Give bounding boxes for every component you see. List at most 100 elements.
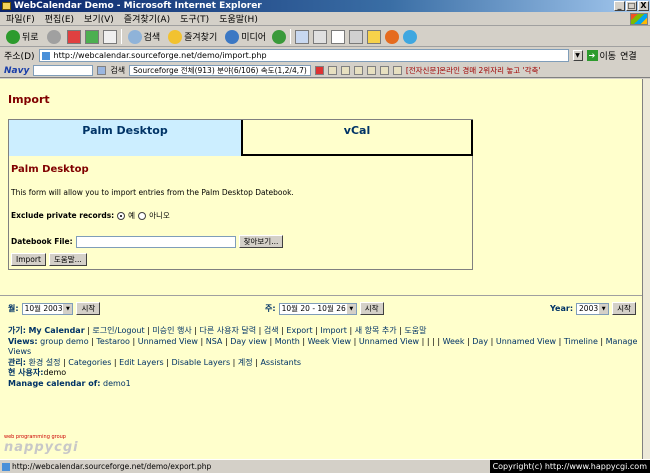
vertical-scrollbar[interactable] bbox=[643, 79, 650, 459]
view-link[interactable]: Unnamed View bbox=[496, 337, 556, 346]
folder-icon[interactable] bbox=[340, 66, 350, 75]
exclude-no-radio[interactable] bbox=[138, 211, 147, 220]
folder-icon[interactable] bbox=[367, 29, 382, 44]
go-arrow-icon: ➔ bbox=[586, 50, 598, 61]
discuss-icon[interactable] bbox=[349, 29, 364, 44]
refresh-icon[interactable] bbox=[84, 29, 99, 44]
view-link[interactable]: Unnamed View bbox=[359, 337, 419, 346]
view-link[interactable]: Unnamed View bbox=[138, 337, 198, 346]
view-link[interactable]: Testaroo bbox=[96, 337, 130, 346]
account-link[interactable]: 계정 bbox=[238, 358, 253, 367]
mail-icon[interactable] bbox=[295, 29, 310, 44]
view-link[interactable]: group demo bbox=[40, 337, 88, 346]
address-dropdown-button[interactable]: ▼ bbox=[572, 50, 583, 61]
toolbar: 뒤로 검색 즐겨찾기 미디어 bbox=[0, 27, 650, 47]
disable-layers-link[interactable]: Disable Layers bbox=[171, 358, 230, 367]
menu-view[interactable]: 보기(V) bbox=[84, 12, 114, 25]
view-link[interactable]: Timeline bbox=[564, 337, 598, 346]
admin-label: 관리: bbox=[8, 357, 26, 367]
menu-edit[interactable]: 편집(E) bbox=[45, 12, 74, 25]
menu-bar: 파일(F) 편집(E) 보기(V) 즐겨찾기(A) 도구(T) 도움말(H) bbox=[0, 12, 650, 26]
menu-favorites[interactable]: 즐겨찾기(A) bbox=[124, 12, 170, 25]
settings-icon[interactable] bbox=[392, 66, 402, 75]
exclude-yes-label: 예 bbox=[128, 211, 136, 220]
window-titlebar: WebCalendar Demo - Microsoft Internet Ex… bbox=[0, 0, 650, 12]
year-select[interactable]: 2003 bbox=[576, 302, 610, 315]
assistants-link[interactable]: Assistants bbox=[260, 358, 301, 367]
edit-icon[interactable] bbox=[331, 29, 346, 44]
status-url: http://webcalendar.sourceforge.net/demo/… bbox=[12, 462, 212, 471]
view-link[interactable]: Month bbox=[275, 337, 300, 346]
datebook-file-input[interactable] bbox=[75, 235, 236, 248]
export-link[interactable]: Export bbox=[286, 326, 312, 335]
address-bar: 주소(D) http://webcalendar.sourceforge.net… bbox=[0, 48, 650, 63]
menu-tools[interactable]: 도구(T) bbox=[180, 12, 209, 25]
page-icon bbox=[41, 52, 50, 60]
login-link[interactable]: 로그인/Logout bbox=[92, 326, 144, 335]
import-link[interactable]: Import bbox=[320, 326, 347, 335]
bookmark-icon[interactable] bbox=[353, 66, 363, 75]
navy-search-input[interactable] bbox=[33, 65, 94, 76]
exclude-yes-radio[interactable] bbox=[117, 211, 126, 220]
add-entry-link[interactable]: 새 항목 추가 bbox=[355, 326, 397, 335]
pen-icon[interactable] bbox=[366, 66, 376, 75]
home-icon[interactable] bbox=[102, 29, 117, 44]
browse-button[interactable]: 찾아보기... bbox=[238, 235, 284, 248]
logo-text: nappycgi bbox=[4, 440, 79, 455]
view-link[interactable]: Week bbox=[443, 337, 465, 346]
page-icon bbox=[2, 463, 10, 471]
page-content: Import Palm Desktop vCal Palm Desktop Th… bbox=[0, 79, 643, 459]
tab-palm-desktop[interactable]: Palm Desktop bbox=[9, 120, 243, 156]
search-button[interactable]: 검색 bbox=[126, 28, 163, 45]
links-button[interactable]: 연결 bbox=[620, 49, 637, 62]
view-separator: | bbox=[432, 336, 435, 346]
news-ticker[interactable]: [전자신문]온라인 경매 2위자리 놓고 '각축' bbox=[406, 65, 541, 76]
week-nav: 주: 10월 20 - 10월 26 시작 bbox=[265, 302, 384, 315]
back-button[interactable]: 뒤로 bbox=[4, 28, 41, 45]
my-calendar-link[interactable]: My Calendar bbox=[28, 326, 84, 335]
month-select[interactable]: 10월 2003 bbox=[21, 302, 74, 315]
media-button[interactable]: 미디어 bbox=[223, 28, 268, 45]
month-go-button[interactable]: 시작 bbox=[76, 302, 101, 315]
view-link[interactable]: NSA bbox=[206, 337, 223, 346]
unapproved-link[interactable]: 미승인 행사 bbox=[152, 326, 191, 335]
media-icon bbox=[225, 29, 240, 44]
week-select[interactable]: 10월 20 - 10월 26 bbox=[278, 302, 357, 315]
favorites-button[interactable]: 즐겨찾기 bbox=[166, 28, 219, 45]
messenger-icon[interactable] bbox=[385, 29, 400, 44]
menu-help[interactable]: 도움말(H) bbox=[219, 12, 258, 25]
minimize-button[interactable]: _ bbox=[614, 1, 625, 11]
categories-link[interactable]: Categories bbox=[68, 358, 111, 367]
manage-calendar-link[interactable]: demo1 bbox=[103, 379, 131, 388]
menu-file[interactable]: 파일(F) bbox=[6, 12, 35, 25]
print-icon[interactable] bbox=[313, 29, 328, 44]
view-link[interactable]: Day view bbox=[230, 337, 267, 346]
help-link[interactable]: 도움말 bbox=[404, 326, 426, 335]
research-icon[interactable] bbox=[403, 29, 418, 44]
maximize-button[interactable]: □ bbox=[626, 1, 637, 11]
navy-search-button[interactable]: 검색 bbox=[110, 65, 125, 76]
lock-icon[interactable] bbox=[327, 66, 337, 75]
stop-icon[interactable] bbox=[66, 29, 81, 44]
mail-icon[interactable] bbox=[379, 66, 389, 75]
alert-icon[interactable] bbox=[314, 66, 324, 75]
view-link[interactable]: Week View bbox=[308, 337, 351, 346]
toolbar-separator bbox=[120, 29, 122, 44]
preferences-link[interactable]: 환경 설정 bbox=[28, 358, 60, 367]
import-button[interactable]: Import bbox=[11, 253, 46, 266]
other-calendars-link[interactable]: 다른 사용자 달력 bbox=[200, 326, 257, 335]
close-button[interactable]: X bbox=[638, 1, 649, 11]
edit-layers-link[interactable]: Edit Layers bbox=[119, 358, 164, 367]
go-button[interactable]: ➔ 이동 bbox=[586, 49, 616, 62]
week-go-button[interactable]: 시작 bbox=[359, 302, 384, 315]
history-icon[interactable] bbox=[272, 29, 287, 44]
year-go-button[interactable]: 시작 bbox=[612, 302, 636, 315]
forward-button[interactable] bbox=[45, 28, 63, 45]
search-link[interactable]: 검색 bbox=[264, 326, 279, 335]
help-button[interactable]: 도움말... bbox=[48, 253, 87, 266]
manage-calendar-label: Manage calendar of: bbox=[8, 378, 101, 388]
tab-vcal[interactable]: vCal bbox=[243, 120, 473, 156]
view-link[interactable]: Day bbox=[472, 337, 488, 346]
datebook-file-label: Datebook File: bbox=[11, 237, 73, 246]
address-input[interactable]: http://webcalendar.sourceforge.net/demo/… bbox=[38, 49, 569, 62]
